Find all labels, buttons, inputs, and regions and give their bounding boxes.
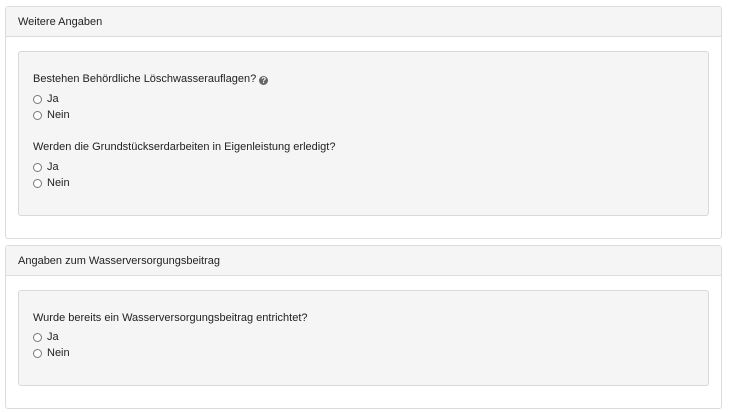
radio-icon[interactable] <box>33 332 42 342</box>
panel-title: Weitere Angaben <box>6 7 721 37</box>
radio-eigenleistung-ja[interactable]: Ja <box>33 160 59 174</box>
radio-icon[interactable] <box>33 348 42 358</box>
radio-loeschwasser-nein[interactable]: Nein <box>33 108 70 122</box>
radio-icon[interactable] <box>33 162 42 172</box>
question-wasserversorgungsbeitrag: Wurde bereits ein Wasserversorgungsbeitr… <box>33 312 308 324</box>
panel-title: Angaben zum Wasserversorgungsbeitrag <box>6 246 721 276</box>
radio-loeschwasser-ja[interactable]: Ja <box>33 92 59 106</box>
question-group: Wurde bereits ein Wasserversorgungsbeitr… <box>18 290 709 386</box>
question-label: Wurde bereits ein Wasserversorgungsbeitr… <box>33 312 308 324</box>
help-icon[interactable]: ? <box>259 76 269 85</box>
radio-icon[interactable] <box>33 94 42 104</box>
radio-label: Nein <box>47 177 70 189</box>
question-eigenleistung: Werden die Grundstückserdarbeiten in Eig… <box>33 141 335 153</box>
radio-beitrag-ja[interactable]: Ja <box>33 330 59 344</box>
radio-label: Nein <box>47 109 70 121</box>
panel-wasserversorgungsbeitrag: Angaben zum Wasserversorgungsbeitrag Wur… <box>5 245 722 409</box>
radio-label: Nein <box>47 347 70 359</box>
radio-label: Ja <box>47 93 59 105</box>
radio-icon[interactable] <box>33 178 42 188</box>
panel-weitere-angaben: Weitere Angaben Bestehen Behördliche Lös… <box>5 6 722 239</box>
radio-beitrag-nein[interactable]: Nein <box>33 346 70 360</box>
question-label: Bestehen Behördliche Löschwasserauflagen… <box>33 73 257 85</box>
question-label: Werden die Grundstückserdarbeiten in Eig… <box>33 141 336 153</box>
radio-icon[interactable] <box>33 110 42 120</box>
radio-eigenleistung-nein[interactable]: Nein <box>33 176 70 190</box>
radio-label: Ja <box>47 331 59 343</box>
question-loeschwasser: Bestehen Behördliche Löschwasserauflagen… <box>33 73 269 85</box>
question-group: Bestehen Behördliche Löschwasserauflagen… <box>18 51 709 216</box>
radio-label: Ja <box>47 161 59 173</box>
